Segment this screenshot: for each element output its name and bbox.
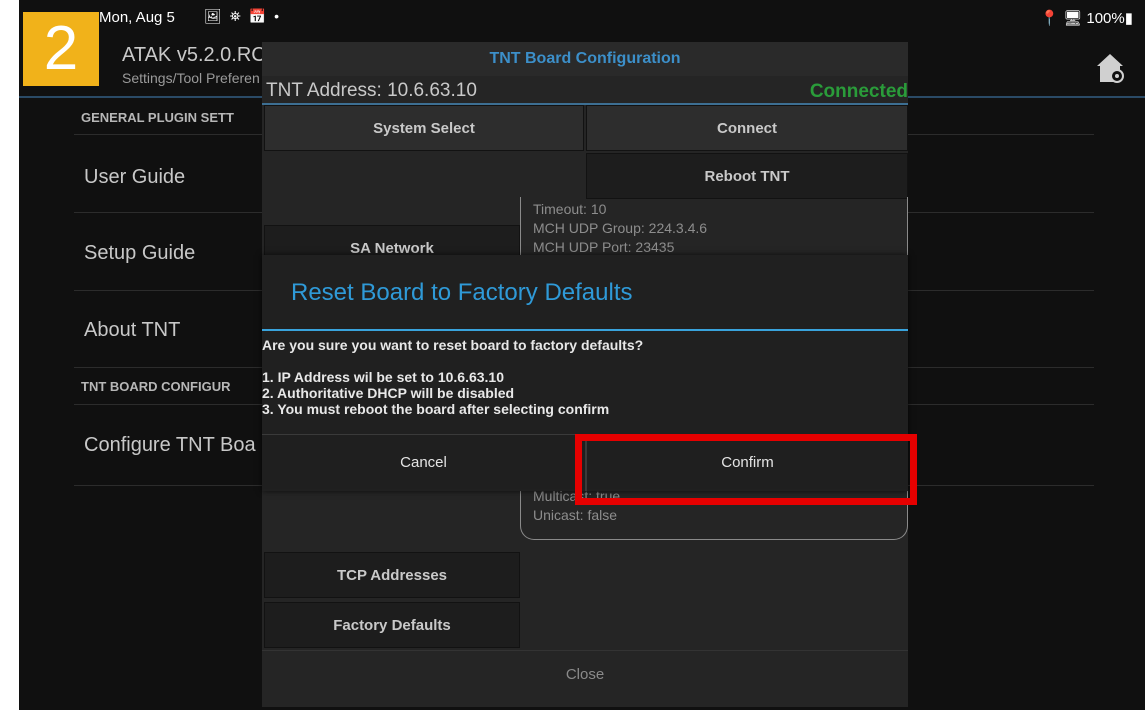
panel-title: TNT Board Configuration [262,42,908,76]
tcp-addresses-button[interactable]: TCP Addresses [264,552,520,598]
tablet-screen: Mon, Aug 5 🖼 ⛯ 📅 • 📍 🖥 100%▮ ATAK v5.2.0… [19,0,1145,710]
configure-tnt-board-item[interactable]: Configure TNT Boa [84,434,256,457]
status-bar: Mon, Aug 5 🖼 ⛯ 📅 • 📍 🖥 100%▮ [19,0,1145,38]
dialog-message: Are you sure you want to reset board to … [262,337,644,417]
status-time: Mon, Aug 5 [99,9,175,26]
connect-button[interactable]: Connect [586,105,908,151]
section-general-plugin: GENERAL PLUGIN SETT [81,110,234,125]
close-button[interactable]: Close [262,666,908,683]
confirm-highlight-box [575,434,917,505]
setup-guide-item[interactable]: Setup Guide [84,242,195,265]
reboot-tnt-button[interactable]: Reboot TNT [586,153,908,199]
system-select-button[interactable]: System Select [264,105,584,151]
info-unicast: Unicast: false [533,507,618,523]
about-tnt-item[interactable]: About TNT [84,319,180,342]
breadcrumb: Settings/Tool Preferen [122,70,260,86]
battery-status: 📍 🖥 100%▮ [1040,10,1133,27]
factory-defaults-button[interactable]: Factory Defaults [264,602,520,648]
connection-status: Connected [809,81,908,102]
notification-icons: 🖼 ⛯ 📅 • [204,8,281,24]
info-udp-group: MCH UDP Group: 224.3.4.6 [533,220,708,236]
dialog-title-divider [262,329,908,331]
info-timeout: Timeout: 10 [533,201,607,217]
cancel-button[interactable]: Cancel [262,435,585,489]
dialog-title: Reset Board to Factory Defaults [291,279,633,306]
section-board-config: TNT BOARD CONFIGUR [81,379,231,394]
home-settings-icon[interactable] [1095,48,1125,86]
info-udp-port: MCH UDP Port: 23435 [533,239,675,255]
tnt-address: TNT Address: 10.6.63.10 [266,80,477,101]
user-guide-item[interactable]: User Guide [84,166,185,189]
step-badge: 2 [23,12,99,86]
